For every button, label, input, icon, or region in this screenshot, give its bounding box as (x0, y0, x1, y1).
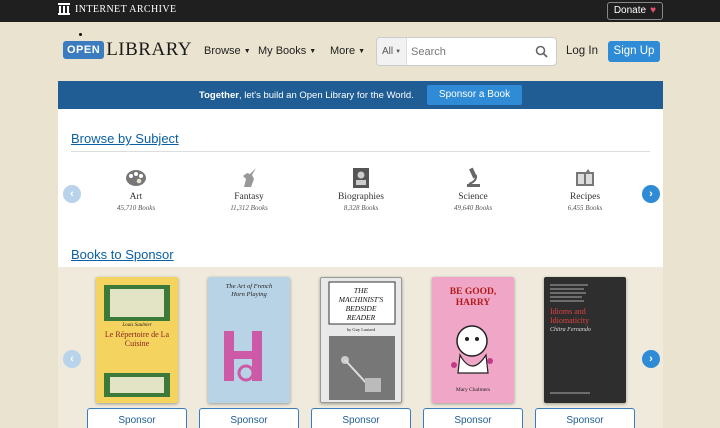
subjects-next-arrow[interactable]: › (642, 185, 660, 203)
subject-fantasy[interactable]: Fantasy 11,312 Books (204, 167, 294, 212)
search-input[interactable] (411, 45, 529, 58)
banner-message: , let's build an Open Library for the Wo… (238, 90, 414, 101)
book-title: Idioms and Idiomaticity (550, 307, 590, 325)
search-icon[interactable] (535, 45, 548, 63)
sponsor-button[interactable]: Sponsor (311, 408, 411, 428)
book-cover[interactable]: Idioms and Idiomaticity Chitra Fernando (544, 277, 626, 403)
search-scope-label: All (381, 46, 394, 57)
subject-name: Art (129, 192, 143, 202)
book-title: BE GOOD, HARRY (449, 287, 497, 308)
sponsor-banner: Together, let's build an Open Library fo… (58, 81, 663, 109)
book-cover[interactable]: Louis Saulnier Le Répertoire de La Cuisi… (96, 277, 178, 403)
archive-building-icon (58, 3, 70, 15)
search-scope-select[interactable]: All ▼ (377, 38, 407, 65)
subject-science[interactable]: Science 49,640 Books (428, 167, 518, 212)
browse-by-subject-title[interactable]: Browse by Subject (71, 131, 179, 146)
subject-count: 11,312 Books (230, 204, 268, 212)
chevron-down-icon: ▼ (243, 47, 251, 55)
subject-recipes[interactable]: Recipes 6,455 Books (540, 167, 630, 212)
book-title: The Art of French Horn Playing (225, 283, 273, 298)
internet-archive-bar: INTERNET ARCHIVE Donate ♥ (0, 0, 720, 22)
chevron-down-icon: ▼ (395, 48, 402, 55)
nav-more[interactable]: More ▼ (330, 45, 365, 57)
subject-count: 8,328 Books (343, 204, 379, 212)
chevron-down-icon: ▼ (358, 47, 365, 55)
heart-icon: ♥ (650, 5, 656, 16)
book-cover[interactable]: BE GOOD, HARRY Mary Chalmers (432, 277, 514, 403)
unicorn-icon (204, 167, 294, 189)
sponsor-button[interactable]: Sponsor (423, 408, 523, 428)
book-cover-art (550, 284, 590, 394)
nav-browse-label: Browse (204, 45, 241, 57)
book-cover[interactable]: The Art of French Horn Playing (208, 277, 290, 403)
subject-biographies[interactable]: Biographies 8,328 Books (316, 167, 406, 212)
subject-name: Fantasy (234, 192, 264, 202)
books-next-arrow[interactable]: › (642, 350, 660, 368)
subject-count: 6,455 Books (567, 204, 603, 212)
book-title: THE MACHINIST'S BEDSIDE READER (338, 286, 384, 322)
nav-my-books-label: My Books (258, 45, 307, 57)
search-bar: All ▼ (376, 37, 557, 66)
palette-icon (91, 167, 181, 189)
sponsor-a-book-button[interactable]: Sponsor a Book (427, 85, 522, 105)
subject-name: Recipes (569, 192, 601, 202)
sponsor-button[interactable]: Sponsor (199, 408, 299, 428)
banner-text: Together, let's build an Open Library fo… (199, 90, 414, 101)
site-header: OPEN LIBRARY Browse ▼ My Books ▼ More ▼ All… (0, 22, 720, 80)
subject-count: 45,710 Books (116, 204, 156, 212)
subject-name: Science (458, 192, 488, 202)
book-author: by Guy Lautard (346, 327, 376, 332)
nav-browse[interactable]: Browse ▼ (204, 45, 251, 57)
internet-archive-logo[interactable]: INTERNET ARCHIVE (58, 3, 177, 15)
book-cover[interactable]: THE MACHINIST'S BEDSIDE READER by Guy La… (320, 277, 402, 403)
book-author: Mary Chalmers (455, 387, 491, 393)
subject-count: 49,640 Books (453, 204, 493, 212)
login-link[interactable]: Log In (566, 45, 598, 57)
internet-archive-label: INTERNET ARCHIVE (75, 3, 177, 15)
book-title: Le Répertoire de La Cuisine (104, 330, 170, 348)
book-author: Chitra Fernando (550, 327, 591, 333)
portrait-book-icon (316, 167, 406, 189)
chevron-down-icon: ▼ (309, 47, 317, 55)
subject-name: Biographies (338, 192, 384, 202)
donate-label: Donate (613, 5, 647, 16)
signup-button[interactable]: Sign Up (608, 41, 660, 62)
microscope-icon (428, 167, 518, 189)
banner-bold-text: Together (199, 90, 239, 101)
logo-library-text: LIBRARY (106, 39, 193, 60)
open-library-logo[interactable]: OPEN LIBRARY (63, 33, 193, 61)
nav-more-label: More (330, 45, 356, 57)
recipe-book-icon (540, 167, 630, 189)
sponsor-button[interactable]: Sponsor (535, 408, 635, 428)
subject-art[interactable]: Art 45,710 Books (91, 167, 181, 212)
books-to-sponsor-title[interactable]: Books to Sponsor (71, 247, 174, 262)
donate-button[interactable]: Donate ♥ (606, 2, 663, 20)
main-panel: Together, let's build an Open Library fo… (58, 81, 663, 428)
books-prev-arrow[interactable]: ‹ (63, 350, 81, 368)
book-author: Louis Saulnier (122, 323, 152, 328)
nav-my-books[interactable]: My Books ▼ (258, 45, 316, 57)
logo-open-badge: OPEN (63, 33, 105, 59)
subjects-prev-arrow[interactable]: ‹ (63, 185, 81, 203)
divider (71, 151, 650, 152)
sponsor-button[interactable]: Sponsor (87, 408, 187, 428)
